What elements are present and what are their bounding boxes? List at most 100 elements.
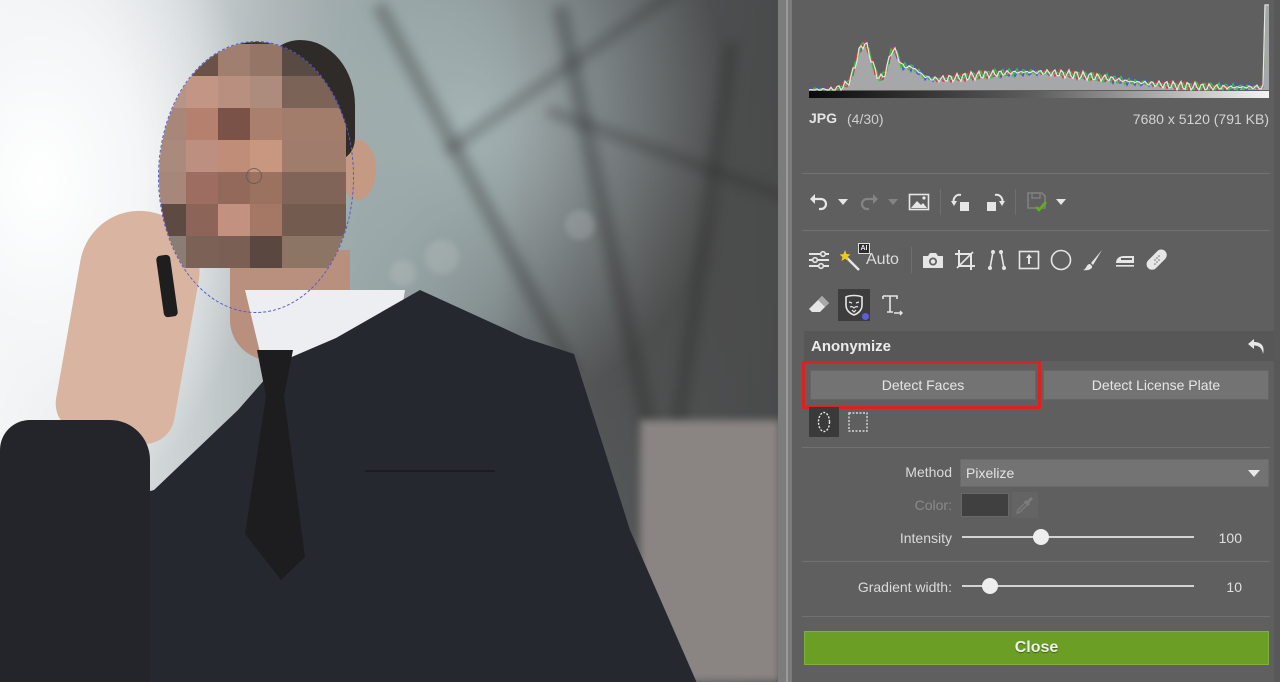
tools-toolbar-row2 (806, 289, 912, 321)
text-tool[interactable] (880, 292, 906, 318)
photo-canvas[interactable] (0, 0, 778, 682)
panel-splitter[interactable] (778, 0, 792, 682)
eraser-tool[interactable] (806, 292, 832, 318)
reset-icon[interactable] (1246, 335, 1268, 357)
save-options-dropdown[interactable] (1056, 189, 1066, 215)
radial-filter-tool[interactable] (1048, 247, 1074, 273)
intensity-slider[interactable] (962, 529, 1194, 545)
bokeh-light (565, 210, 595, 240)
panel-scrollbar[interactable] (1274, 0, 1280, 682)
divider (802, 173, 1270, 174)
color-swatch[interactable] (961, 493, 1009, 517)
crop-tool[interactable] (952, 247, 978, 273)
rotate-left-icon (951, 193, 969, 211)
slider-thumb[interactable] (1032, 529, 1049, 545)
image-icon (908, 193, 930, 211)
redo-button[interactable] (856, 189, 882, 215)
ellipse-selection-icon (817, 411, 831, 433)
highlight-annotation (802, 361, 1041, 409)
ellipse-shape-button[interactable] (809, 407, 839, 437)
divider (802, 447, 1270, 448)
develop-panel: JPG (4/30) 7680 x 5120 (791 KB) AI Auto … (792, 0, 1280, 682)
adjustments-tool[interactable] (806, 247, 832, 273)
method-select[interactable]: Pixelize (960, 459, 1269, 487)
perspective-tool[interactable] (984, 247, 1010, 273)
color-label: Color: (914, 497, 952, 513)
histogram (809, 4, 1269, 98)
gradient-tool[interactable] (1112, 247, 1138, 273)
brush-icon (1082, 250, 1102, 271)
breast-pocket (365, 470, 495, 500)
rotate-right-icon (987, 193, 1005, 211)
section-title: Anonymize (811, 338, 892, 355)
sliders-icon (809, 250, 829, 270)
brush-tool[interactable] (1080, 247, 1106, 273)
color-picker-button[interactable] (1012, 492, 1038, 518)
mask-icon (845, 294, 863, 316)
edit-toolbar (806, 189, 1074, 215)
text-icon (882, 295, 903, 316)
camera-icon (922, 253, 943, 268)
iron-icon (1115, 256, 1134, 267)
divider (802, 616, 1270, 617)
suit-sleeve (0, 420, 150, 682)
file-dimensions: 7680 x 5120 (791 KB) (1132, 111, 1269, 127)
undo-history-dropdown[interactable] (838, 189, 848, 215)
bokeh-light (390, 260, 416, 286)
bokeh-light (425, 240, 459, 274)
rotate-right-button[interactable] (981, 189, 1007, 215)
eraser-icon (809, 296, 829, 312)
face-selection-center-handle[interactable] (246, 168, 262, 184)
circle-icon (1050, 249, 1072, 271)
undo-icon (810, 194, 828, 211)
method-label: Method (905, 464, 952, 480)
gradient-width-value: 10 (1226, 579, 1242, 595)
anonymize-section-header[interactable]: Anonymize (804, 331, 1274, 361)
method-value: Pixelize (966, 465, 1015, 481)
ai-badge: AI (858, 243, 870, 254)
divider (802, 561, 1270, 562)
save-check-icon (1027, 192, 1047, 212)
original-image-button[interactable] (906, 189, 932, 215)
intensity-label: Intensity (899, 530, 952, 546)
caret-down-icon (838, 199, 848, 205)
histogram-luminance-bar (809, 91, 1269, 98)
rectangle-shape-button[interactable] (843, 407, 873, 437)
redo-history-dropdown[interactable] (888, 189, 898, 215)
toolbar-separator (940, 189, 941, 215)
auto-label[interactable]: Auto (866, 251, 899, 269)
divider (802, 230, 1270, 231)
file-index: (4/30) (847, 111, 884, 127)
anonymize-tool[interactable] (838, 289, 870, 321)
splitter-line (786, 0, 788, 682)
ai-auto-tool[interactable]: AI (838, 243, 870, 273)
caret-down-icon (1248, 470, 1260, 477)
undo-button[interactable] (806, 189, 832, 215)
pixel-block (314, 44, 346, 76)
intensity-value: 100 (1218, 530, 1242, 546)
file-type: JPG (809, 110, 838, 126)
caret-down-icon (888, 199, 898, 205)
rectangle-selection-icon (848, 412, 868, 432)
toolbar-separator (1015, 189, 1016, 215)
slider-thumb[interactable] (981, 578, 998, 594)
redo-icon (860, 194, 878, 211)
eyedropper-icon (1016, 497, 1033, 514)
toolbar-separator (910, 247, 912, 273)
gradient-width-label: Gradient width: (857, 579, 952, 595)
healing-tool[interactable] (1144, 247, 1170, 273)
active-indicator (862, 313, 869, 320)
expand-canvas-tool[interactable] (1016, 247, 1042, 273)
bandage-icon (1146, 249, 1167, 270)
rotate-left-button[interactable] (949, 189, 975, 215)
close-button[interactable]: Close (804, 631, 1269, 665)
crop-icon (954, 250, 975, 270)
detect-license-plate-button[interactable]: Detect License Plate (1043, 370, 1269, 400)
save-button[interactable] (1024, 189, 1050, 215)
background-strut (546, 105, 778, 205)
camera-tool[interactable] (920, 247, 946, 273)
caret-down-icon (1056, 199, 1066, 205)
pixel-block (159, 44, 186, 76)
tools-toolbar: AI Auto (806, 243, 1176, 273)
gradient-width-slider[interactable] (962, 578, 1194, 594)
